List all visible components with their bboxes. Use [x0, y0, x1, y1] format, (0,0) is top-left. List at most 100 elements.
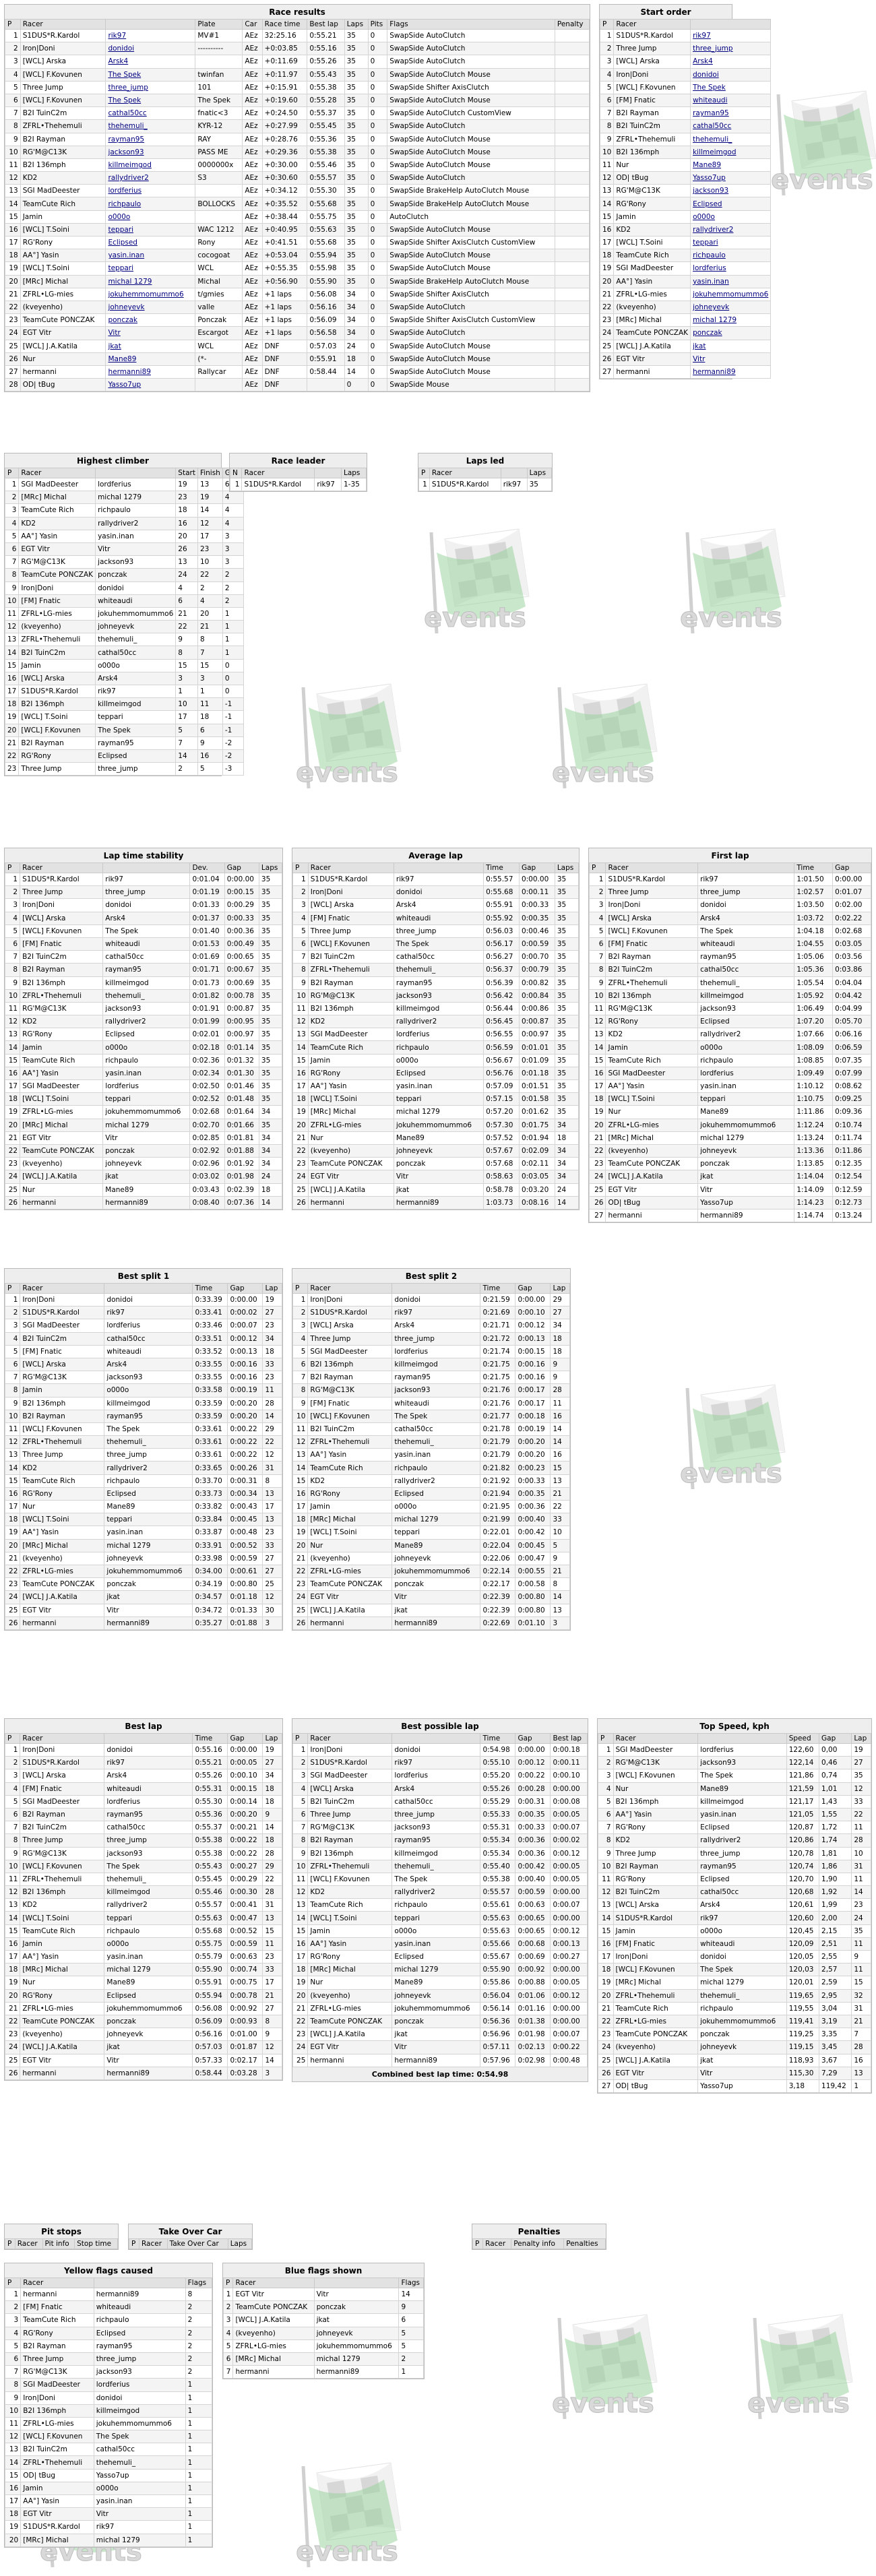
racer-username-link[interactable]: teppari [105, 222, 196, 237]
racer-username-link[interactable]: three_jump [104, 1833, 193, 1848]
racer-username-link[interactable]: Vitr [392, 2040, 481, 2054]
racer-username-link[interactable]: Mane89 [102, 1183, 191, 1197]
racer-username-link[interactable]: Vitr [102, 1131, 191, 1145]
racer-username-link[interactable]: johneyevk [104, 2028, 193, 2042]
racer-username-link[interactable]: o000o [392, 1499, 481, 1514]
racer-username-link[interactable]: thehemuli_ [697, 976, 795, 990]
racer-username-link[interactable]: johneyevk [313, 2326, 400, 2340]
racer-username-link[interactable]: michal 1279 [104, 1963, 193, 1977]
racer-username-link[interactable]: Yasso7up [105, 378, 196, 392]
racer-username-link[interactable]: Arsk4 [690, 55, 772, 69]
racer-username-link[interactable]: yasin.inan [392, 1937, 481, 1951]
racer-username-link[interactable]: rayman95 [392, 1833, 481, 1848]
racer-username-link[interactable]: lordferius [392, 1769, 481, 1783]
racer-username-link[interactable]: Arsk4 [104, 1769, 193, 1783]
racer-username-link[interactable]: o000o [104, 1937, 193, 1951]
racer-username-link[interactable]: donidoi [102, 898, 191, 912]
racer-username-link[interactable]: jackson93 [95, 555, 177, 569]
racer-username-link[interactable]: richpaulo [93, 2313, 186, 2327]
racer-username-link[interactable]: ponczak [697, 2028, 787, 2042]
racer-username-link[interactable]: yasin.inan [393, 1079, 484, 1094]
racer-username-link[interactable]: donidoi [104, 1292, 193, 1307]
racer-username-link[interactable]: Eclipsed [95, 749, 177, 763]
racer-username-link[interactable]: lordferius [95, 477, 177, 492]
racer-username-link[interactable]: ponczak [392, 1577, 481, 1592]
racer-username-link[interactable]: whiteaudi [95, 594, 177, 608]
racer-username-link[interactable]: rayman95 [104, 1807, 193, 1822]
racer-username-link[interactable]: thehemuli_ [392, 1435, 481, 1449]
racer-username-link[interactable]: jkat [105, 339, 196, 353]
racer-username-link[interactable]: ponczak [392, 2014, 481, 2029]
racer-username-link[interactable]: Eclipsed [697, 1821, 787, 1835]
racer-username-link[interactable]: Vitr [690, 352, 772, 366]
racer-username-link[interactable]: cathal50cc [697, 1885, 787, 1899]
racer-username-link[interactable]: killmeimgod [104, 1396, 193, 1410]
racer-username-link[interactable]: jkat [690, 339, 772, 353]
racer-username-link[interactable]: hermanni89 [690, 365, 772, 379]
racer-username-link[interactable]: cathal50cc [104, 1331, 193, 1346]
racer-username-link[interactable]: donidoi [93, 2391, 186, 2405]
racer-username-link[interactable]: thehemuli_ [104, 1435, 193, 1449]
racer-username-link[interactable]: o000o [93, 2481, 186, 2496]
racer-username-link[interactable]: Arsk4 [95, 671, 177, 686]
racer-username-link[interactable]: donidoi [104, 1742, 193, 1757]
racer-username-link[interactable]: thehemuli_ [690, 132, 772, 146]
racer-username-link[interactable]: The Spek [102, 924, 191, 938]
racer-username-link[interactable]: teppari [102, 1092, 191, 1106]
racer-username-link[interactable]: richpaulo [393, 1040, 484, 1055]
racer-username-link[interactable]: cathal50cc [697, 963, 795, 977]
racer-username-link[interactable]: jackson93 [105, 145, 196, 159]
racer-username-link[interactable]: jokuhemmomummo6 [105, 287, 196, 301]
racer-username-link[interactable]: rayman95 [93, 2339, 186, 2353]
racer-username-link[interactable]: Yasso7up [690, 171, 772, 185]
racer-username-link[interactable]: rayman95 [105, 132, 196, 146]
racer-username-link[interactable]: Arsk4 [393, 898, 484, 912]
racer-username-link[interactable]: teppari [690, 235, 772, 250]
racer-username-link[interactable]: Vitr [392, 1590, 481, 1604]
racer-username-link[interactable]: jokuhemmomummo6 [313, 2339, 400, 2353]
racer-username-link[interactable]: Yasso7up [697, 2079, 787, 2094]
racer-username-link[interactable]: johneyevk [697, 1143, 795, 1158]
racer-username-link[interactable]: o000o [392, 1924, 481, 1938]
racer-username-link[interactable]: Eclipsed [392, 1949, 481, 1964]
racer-username-link[interactable]: o000o [697, 1924, 787, 1938]
racer-username-link[interactable]: ponczak [95, 568, 177, 582]
racer-username-link[interactable]: donidoi [393, 885, 484, 900]
racer-username-link[interactable]: thehemuli_ [697, 1988, 787, 2003]
racer-username-link[interactable]: thehemuli_ [104, 1872, 193, 1887]
racer-username-link[interactable]: michal 1279 [102, 1118, 191, 1132]
racer-username-link[interactable]: rik97 [393, 872, 484, 887]
racer-username-link[interactable]: Mane89 [392, 1976, 481, 1990]
racer-username-link[interactable]: whiteaudi [690, 93, 772, 108]
racer-username-link[interactable]: johneyevk [393, 1143, 484, 1158]
racer-username-link[interactable]: ponczak [105, 313, 196, 327]
racer-username-link[interactable]: lordferius [392, 1344, 481, 1358]
racer-username-link[interactable]: o000o [393, 1053, 484, 1067]
racer-username-link[interactable]: thehemuli_ [392, 1859, 481, 1873]
racer-username-link[interactable]: three_jump [95, 762, 177, 776]
racer-username-link[interactable]: yasin.inan [93, 2494, 186, 2509]
racer-username-link[interactable]: cathal50cc [93, 2443, 186, 2457]
racer-username-link[interactable]: johneyevk [697, 2040, 787, 2054]
racer-username-link[interactable]: The Spek [392, 1872, 481, 1887]
racer-username-link[interactable]: jokuhemmomummo6 [93, 2416, 186, 2431]
racer-username-link[interactable]: Eclipsed [690, 197, 772, 211]
racer-username-link[interactable]: teppari [105, 261, 196, 276]
racer-username-link[interactable]: Arsk4 [102, 911, 191, 925]
racer-username-link[interactable]: donidoi [105, 42, 196, 56]
racer-username-link[interactable]: Mane89 [393, 1131, 484, 1145]
racer-username-link[interactable]: rayman95 [104, 1409, 193, 1423]
racer-username-link[interactable]: rayman95 [393, 976, 484, 990]
racer-username-link[interactable]: jkat [392, 2028, 481, 2042]
racer-username-link[interactable]: jackson93 [392, 1821, 481, 1835]
racer-username-link[interactable]: jokuhemmomummo6 [392, 1564, 481, 1579]
racer-username-link[interactable]: teppari [104, 1513, 193, 1527]
racer-username-link[interactable]: donidoi [697, 1949, 787, 1964]
racer-username-link[interactable]: three_jump [93, 2352, 186, 2366]
racer-username-link[interactable]: hermanni89 [392, 1616, 481, 1630]
racer-username-link[interactable]: rayman95 [697, 1859, 787, 1873]
racer-username-link[interactable]: Mane89 [392, 1538, 481, 1552]
racer-username-link[interactable]: jkat [102, 1170, 191, 1184]
racer-username-link[interactable]: thehemuli_ [105, 119, 196, 133]
racer-username-link[interactable]: jokuhemmomummo6 [392, 2001, 481, 2015]
